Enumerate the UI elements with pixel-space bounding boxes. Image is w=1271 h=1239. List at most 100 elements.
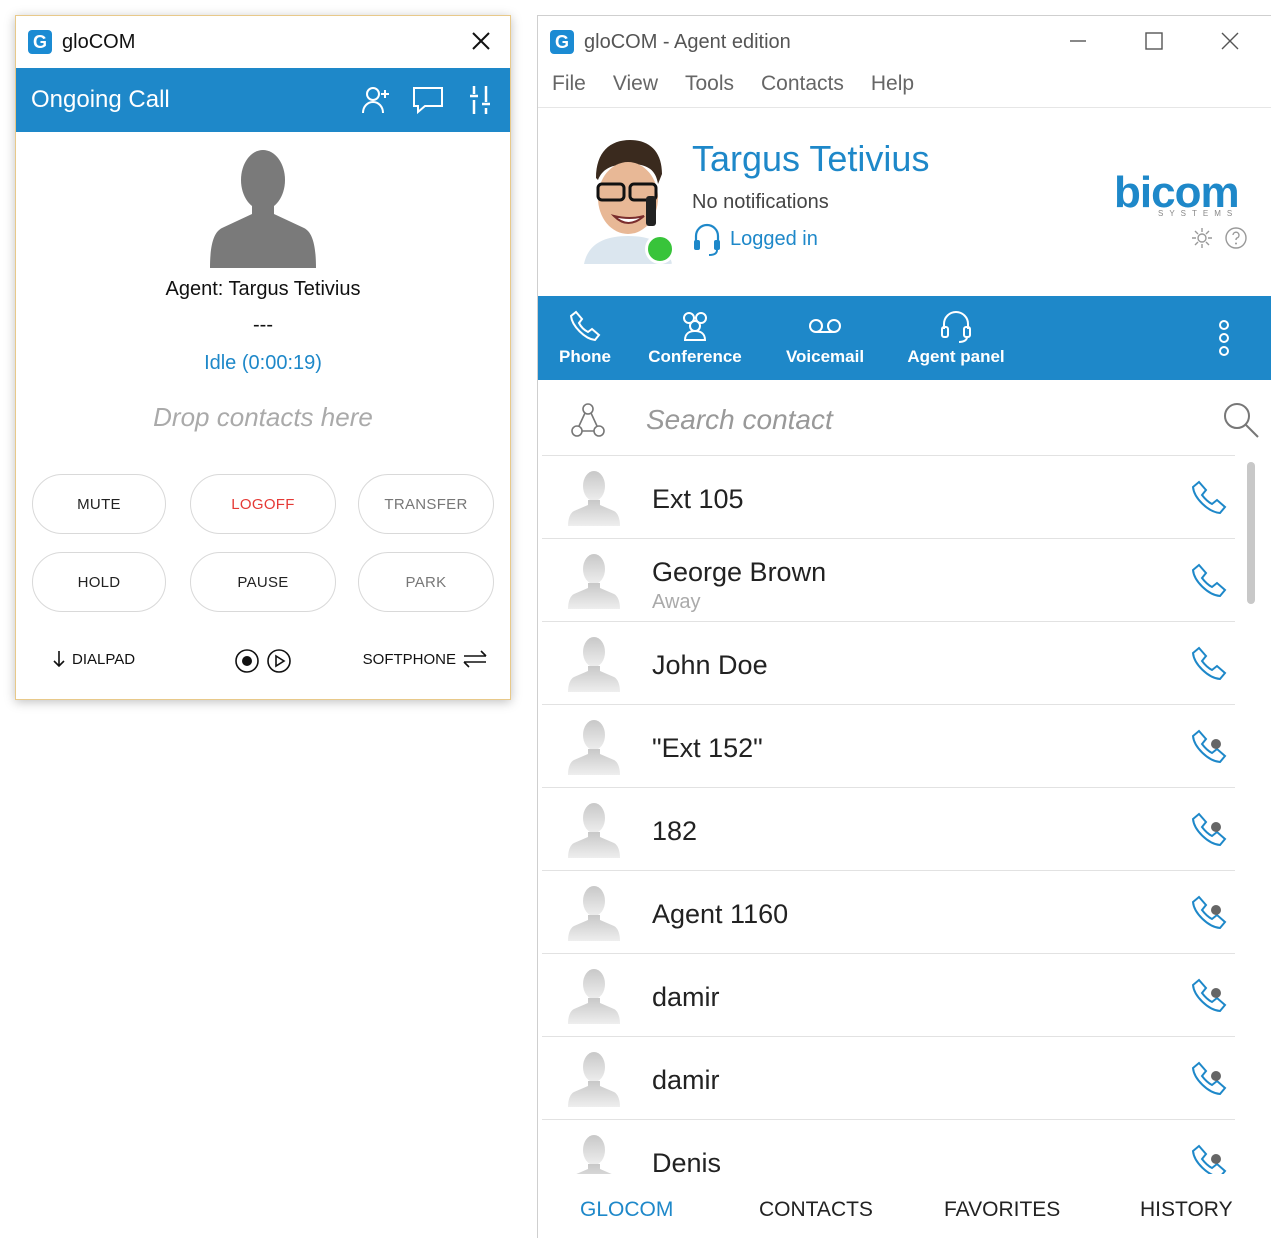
contact-row[interactable]: "Ext 152": [542, 705, 1235, 788]
record-icon[interactable]: [234, 648, 260, 679]
headset-icon: [941, 311, 971, 343]
contact-row[interactable]: Denis: [542, 1120, 1235, 1174]
agent-name: Agent: Targus Tetivius: [165, 278, 361, 300]
menu-file[interactable]: File: [552, 72, 599, 107]
phone-icon: [569, 310, 601, 342]
bicom-tagline: SYSTEMS: [1158, 209, 1239, 218]
contact-avatar: [568, 969, 620, 1024]
dialpad-toggle[interactable]: DIALPAD: [52, 650, 135, 668]
agent-status[interactable]: Logged in: [692, 222, 818, 256]
voicemail-icon: [809, 319, 841, 333]
contact-name: 182: [652, 816, 698, 846]
search-input[interactable]: [646, 400, 1146, 440]
close-icon[interactable]: [1210, 24, 1250, 58]
contact-presence: Away: [652, 591, 701, 613]
nav-phone-label: Phone: [559, 347, 611, 366]
nav-conference[interactable]: Conference: [644, 296, 746, 380]
contact-avatar: [568, 803, 620, 858]
contact-row[interactable]: Ext 105: [542, 456, 1235, 539]
tab-contacts[interactable]: CONTACTS: [759, 1198, 873, 1222]
menu-tools[interactable]: Tools: [685, 72, 747, 107]
contact-avatar: [576, 1135, 612, 1174]
ongoing-call-window: G gloCOM Ongoing Call Agent: Targus Teti…: [15, 15, 511, 700]
phone-icon[interactable]: [1189, 644, 1229, 684]
contact-name: Denis: [652, 1148, 722, 1174]
main-nav: Phone Conference Voicemail Agent panel: [538, 296, 1271, 380]
contact-groups-icon[interactable]: [568, 400, 608, 445]
right-window-title: gloCOM - Agent edition: [584, 30, 791, 53]
softphone-label: SOFTPHONE: [362, 650, 456, 668]
nav-agent-panel[interactable]: Agent panel: [900, 296, 1012, 380]
mute-button[interactable]: MUTE: [32, 474, 166, 534]
phone-dot-icon[interactable]: [1189, 810, 1229, 850]
left-window-title: gloCOM: [62, 30, 136, 53]
softphone-switch[interactable]: SOFTPHONE: [363, 650, 488, 668]
contact-avatar: [568, 471, 620, 526]
menu-contacts[interactable]: Contacts: [761, 72, 857, 107]
menu-help[interactable]: Help: [871, 72, 927, 107]
phone-icon[interactable]: [1189, 478, 1229, 518]
tab-history[interactable]: HISTORY: [1140, 1198, 1233, 1222]
left-titlebar: G gloCOM: [16, 16, 510, 68]
chat-icon[interactable]: [410, 82, 446, 118]
transfer-button[interactable]: TRANSFER: [358, 474, 494, 534]
bottom-tabs: GLOCOM CONTACTS FAVORITES HISTORY: [538, 1186, 1271, 1239]
nav-voicemail[interactable]: Voicemail: [780, 296, 870, 380]
pause-button[interactable]: PAUSE: [190, 552, 336, 612]
phone-dot-icon[interactable]: [1189, 1059, 1229, 1099]
call-header-title: Ongoing Call: [31, 86, 170, 113]
phone-dot-icon[interactable]: [1189, 976, 1229, 1016]
drop-zone[interactable]: Drop contacts here: [16, 402, 510, 433]
menu-bar: File View Tools Contacts Help: [538, 72, 1271, 108]
contact-list: Ext 105 George Brown Away John Doe "Ext …: [542, 456, 1235, 1174]
maximize-icon[interactable]: [1134, 24, 1174, 58]
nav-phone[interactable]: Phone: [554, 296, 616, 380]
contact-row[interactable]: 182: [542, 788, 1235, 871]
menu-view[interactable]: View: [613, 72, 671, 107]
phone-dot-icon[interactable]: [1189, 727, 1229, 767]
tab-favorites[interactable]: FAVORITES: [944, 1198, 1060, 1222]
logoff-button[interactable]: LOGOFF: [190, 474, 336, 534]
notifications-text[interactable]: No notifications: [692, 191, 829, 214]
gear-icon[interactable]: [1190, 226, 1214, 255]
profile-name[interactable]: Targus Tetivius: [692, 138, 929, 180]
headset-icon: [694, 223, 720, 256]
minimize-icon[interactable]: [1058, 24, 1098, 58]
help-icon[interactable]: [1224, 226, 1248, 255]
add-participant-icon[interactable]: [358, 82, 394, 118]
phone-dot-icon[interactable]: [1189, 893, 1229, 933]
contact-name: "Ext 152": [652, 733, 763, 763]
contact-row[interactable]: damir: [542, 954, 1235, 1037]
contact-row[interactable]: John Doe: [542, 622, 1235, 705]
call-header: Ongoing Call: [16, 68, 510, 132]
audio-settings-icon[interactable]: [462, 82, 498, 118]
nav-voicemail-label: Voicemail: [785, 347, 865, 366]
more-options-icon[interactable]: [1214, 318, 1234, 363]
search-bar: [542, 384, 1259, 456]
contact-list-scrollbar[interactable]: [1247, 462, 1255, 604]
call-number: ---: [253, 314, 273, 336]
park-button[interactable]: PARK: [358, 552, 494, 612]
right-titlebar: G gloCOM - Agent edition: [538, 16, 1271, 68]
tab-glocom[interactable]: GLOCOM: [580, 1198, 673, 1222]
contact-name: damir: [652, 982, 720, 1012]
arrow-down-icon: [53, 651, 65, 668]
contact-avatar: [568, 554, 620, 609]
contact-row[interactable]: George Brown Away: [542, 539, 1235, 622]
phone-icon[interactable]: [1189, 561, 1229, 601]
play-recording-icon[interactable]: [266, 648, 292, 679]
phone-dot-icon[interactable]: [1189, 1142, 1229, 1174]
contact-row[interactable]: Agent 1160: [542, 871, 1235, 954]
search-icon[interactable]: [1221, 400, 1261, 445]
hold-button[interactable]: HOLD: [32, 552, 166, 612]
contact-name: George Brown: [652, 557, 827, 587]
nav-agent-panel-label: Agent panel: [907, 347, 1005, 366]
agent-edition-window: G gloCOM - Agent edition File View Tools…: [537, 15, 1271, 1238]
contact-row[interactable]: damir: [542, 1037, 1235, 1120]
swap-arrows-icon: [463, 650, 487, 668]
close-icon[interactable]: [466, 26, 496, 56]
contact-name: Agent 1160: [652, 899, 789, 929]
contact-avatar: [568, 720, 620, 775]
dialpad-label: DIALPAD: [72, 650, 136, 668]
contact-name: John Doe: [652, 650, 768, 680]
